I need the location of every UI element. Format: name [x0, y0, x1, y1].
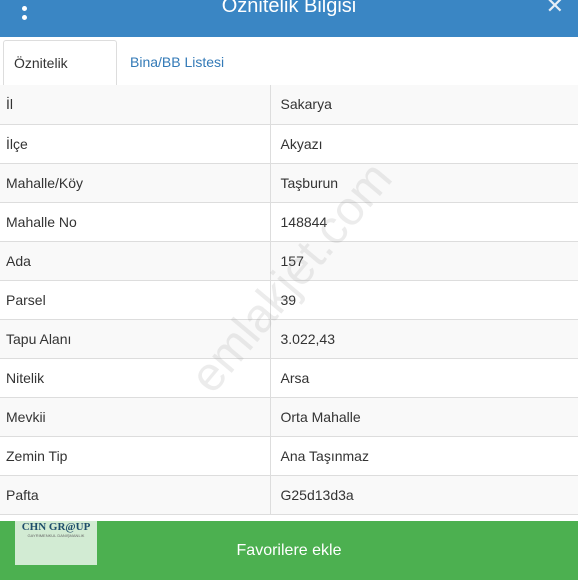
attribute-key: Pafta [0, 475, 271, 515]
attribute-key: İl [0, 85, 271, 125]
attribute-value: Orta Mahalle [270, 397, 578, 437]
table-row: Mevkii Orta Mahalle [0, 397, 578, 437]
table-row: Mahalle/Köy Taşburun [0, 163, 578, 203]
attribute-key: Mahalle No [0, 202, 271, 242]
attribute-key: İlçe [0, 124, 271, 164]
attribute-table: İl Sakarya İlçe Akyazı Mahalle/Köy Taşburun… [0, 85, 578, 515]
table-row: İl Sakarya [0, 85, 578, 125]
table-row: Mahalle No 148844 [0, 202, 578, 242]
table-row: İlçe Akyazı [0, 124, 578, 164]
table-row: Zemin Tip Ana Taşınmaz [0, 436, 578, 476]
close-icon[interactable]: ✕ [546, 0, 564, 21]
attribute-value: 39 [270, 280, 578, 320]
logo-brand: CHN GR@UP [21, 521, 91, 533]
tab-bar: Öznitelik Bilgisi Bina/BB Listesi [0, 37, 578, 115]
dialog-header: Öznitelik Bilgisi ✕ [0, 0, 578, 37]
company-logo: CHN GR@UP GAYRIMENKUL DANIŞMANLIK [15, 519, 97, 565]
attribute-key: Nitelik [0, 358, 271, 398]
table-row: Pafta G25d13d3a [0, 475, 578, 515]
attribute-key: Parsel [0, 280, 271, 320]
attribute-value: Ana Taşınmaz [270, 436, 578, 476]
attribute-value: 157 [270, 241, 578, 281]
attribute-key: Ada [0, 241, 271, 281]
table-row: Nitelik Arsa [0, 358, 578, 398]
table-row: Parsel 39 [0, 280, 578, 320]
attribute-key: Mahalle/Köy [0, 163, 271, 203]
attribute-value: G25d13d3a [270, 475, 578, 515]
attribute-key: Zemin Tip [0, 436, 271, 476]
attribute-key: Tapu Alanı [0, 319, 271, 359]
dialog-title: Öznitelik Bilgisi [221, 0, 357, 17]
tab-building-list[interactable]: Bina/BB Listesi [120, 40, 234, 84]
tab-attribute-info[interactable]: Öznitelik Bilgisi [3, 40, 117, 115]
attribute-value: Akyazı [270, 124, 578, 164]
attribute-value: Sakarya [270, 85, 578, 125]
attribute-value: 3.022,43 [270, 319, 578, 359]
attribute-value: 148844 [270, 202, 578, 242]
attribute-value: Arsa [270, 358, 578, 398]
attribute-key: Mevkii [0, 397, 271, 437]
table-row: Ada 157 [0, 241, 578, 281]
logo-subtitle: GAYRIMENKUL DANIŞMANLIK [27, 533, 85, 538]
table-row: Tapu Alanı 3.022,43 [0, 319, 578, 359]
attribute-value: Taşburun [270, 163, 578, 203]
